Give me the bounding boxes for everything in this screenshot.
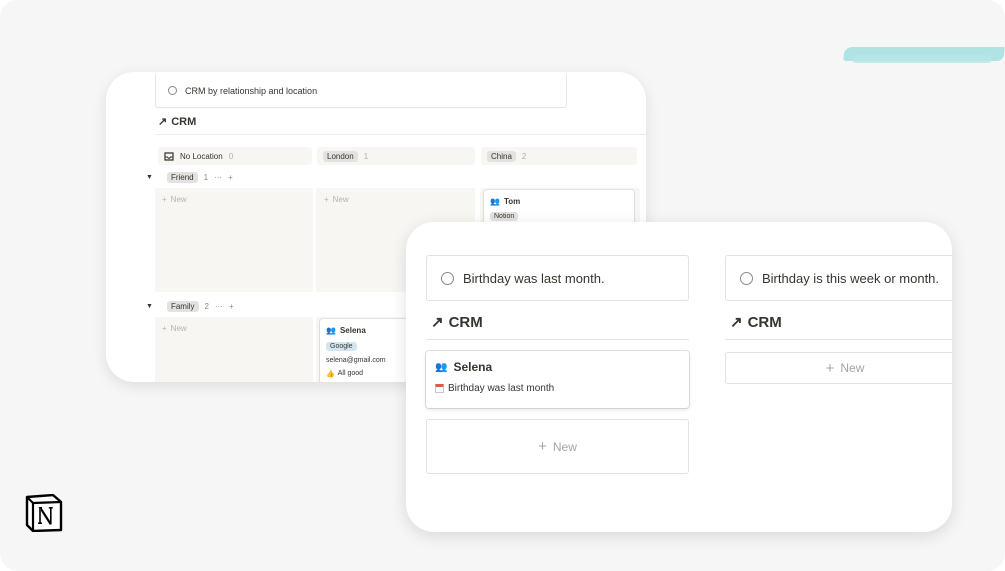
group-tag: Family bbox=[166, 300, 199, 312]
birthday-row: Birthday was last month bbox=[435, 383, 554, 394]
people-icon: 👥 bbox=[326, 326, 336, 335]
group-count: 1 bbox=[203, 172, 209, 182]
column-header-no-location[interactable]: No Location 0 bbox=[158, 147, 312, 165]
company-tag: Notion bbox=[490, 212, 519, 221]
column-tag: China bbox=[487, 150, 516, 162]
inbox-icon bbox=[164, 151, 174, 161]
column-tag: London bbox=[323, 150, 358, 162]
toggle-triangle-icon[interactable]: ▼ bbox=[146, 174, 153, 181]
view-tab-this-week-or-month[interactable]: Birthday is this week or month. bbox=[725, 255, 952, 301]
view-label: Birthday is this week or month. bbox=[762, 270, 940, 286]
new-button[interactable]: + New bbox=[725, 352, 952, 384]
stage: CRM by relationship and location ↗ CRM N… bbox=[0, 0, 1005, 571]
circle-icon bbox=[168, 86, 177, 95]
card-name: Tom bbox=[503, 197, 521, 206]
circle-icon bbox=[740, 271, 753, 285]
group-header-friend[interactable]: ▼ Friend 1 ··· + bbox=[146, 170, 233, 184]
column-label: No Location bbox=[180, 151, 223, 161]
database-title[interactable]: ↗ CRM bbox=[730, 313, 782, 332]
column-count: 1 bbox=[363, 151, 369, 161]
divider bbox=[155, 134, 646, 135]
people-icon: 👥 bbox=[490, 197, 500, 206]
column-header-china[interactable]: China 2 bbox=[481, 147, 637, 165]
new-label: New bbox=[170, 195, 187, 204]
north-east-arrow-icon: ↗ bbox=[431, 314, 444, 331]
card-title: 👥 Selena bbox=[435, 360, 492, 374]
more-icon[interactable]: ··· bbox=[214, 173, 222, 182]
new-button[interactable]: + New bbox=[162, 195, 187, 204]
divider bbox=[426, 339, 689, 340]
circle-icon bbox=[441, 271, 454, 285]
company-tag: Google bbox=[326, 342, 357, 351]
toggle-triangle-icon[interactable]: ▼ bbox=[146, 303, 153, 310]
status-text: All good bbox=[337, 370, 364, 377]
database-title-text: CRM bbox=[171, 115, 197, 128]
database-title-text: CRM bbox=[448, 313, 483, 331]
view-tab-last-month[interactable]: Birthday was last month. bbox=[426, 255, 689, 301]
new-label: New bbox=[332, 195, 349, 204]
decorative-brush-stroke-2 bbox=[852, 55, 992, 63]
plus-icon: + bbox=[324, 195, 329, 204]
view-label: Birthday was last month. bbox=[463, 270, 605, 286]
calendar-icon bbox=[435, 384, 444, 393]
new-button[interactable]: + New bbox=[324, 195, 349, 204]
north-east-arrow-icon: ↗ bbox=[158, 116, 168, 128]
crm-filtered-views-card: Birthday was last month. ↗ CRM 👥 Selena … bbox=[406, 222, 952, 532]
group-count: 2 bbox=[204, 301, 209, 311]
group-header-family[interactable]: ▼ Family 2 ··· + bbox=[146, 299, 234, 313]
status-row: 👍 All good bbox=[326, 370, 363, 378]
card-name: Selena bbox=[339, 326, 366, 335]
thumbs-up-icon: 👍 bbox=[326, 371, 335, 378]
card-selena[interactable]: 👥 Selena Birthday was last month bbox=[426, 351, 689, 408]
card-title: 👥 Selena bbox=[326, 326, 366, 335]
more-icon[interactable]: ··· bbox=[215, 302, 223, 311]
north-east-arrow-icon: ↗ bbox=[730, 314, 743, 331]
column-count: 2 bbox=[521, 151, 527, 161]
group-tag: Friend bbox=[166, 171, 198, 183]
new-label: New bbox=[552, 439, 577, 454]
column-header-london[interactable]: London 1 bbox=[317, 147, 475, 165]
plus-icon: + bbox=[538, 438, 547, 455]
notion-logo bbox=[25, 494, 63, 532]
add-icon[interactable]: + bbox=[229, 302, 234, 311]
add-icon[interactable]: + bbox=[228, 173, 233, 182]
view-tab-label: CRM by relationship and location bbox=[185, 85, 318, 96]
plus-icon: + bbox=[162, 195, 167, 204]
plus-icon: + bbox=[825, 359, 835, 377]
new-label: New bbox=[170, 324, 187, 333]
new-button[interactable]: + New bbox=[426, 419, 689, 474]
card-tom[interactable]: 👥 Tom Notion bbox=[484, 190, 634, 226]
column-count: 0 bbox=[228, 151, 234, 161]
card-title: 👥 Tom bbox=[490, 197, 520, 206]
divider bbox=[725, 339, 952, 340]
view-tab[interactable]: CRM by relationship and location bbox=[155, 74, 567, 108]
plus-icon: + bbox=[162, 324, 167, 333]
database-title[interactable]: ↗ CRM bbox=[431, 313, 483, 332]
card-name: Selena bbox=[453, 360, 493, 374]
email-text: selena@gmail.com bbox=[326, 357, 386, 364]
new-label: New bbox=[840, 361, 865, 375]
new-button[interactable]: + New bbox=[162, 324, 187, 333]
database-title[interactable]: ↗ CRM bbox=[158, 115, 197, 129]
people-icon: 👥 bbox=[435, 361, 448, 373]
birthday-text: Birthday was last month bbox=[448, 383, 555, 394]
database-title-text: CRM bbox=[747, 313, 782, 331]
